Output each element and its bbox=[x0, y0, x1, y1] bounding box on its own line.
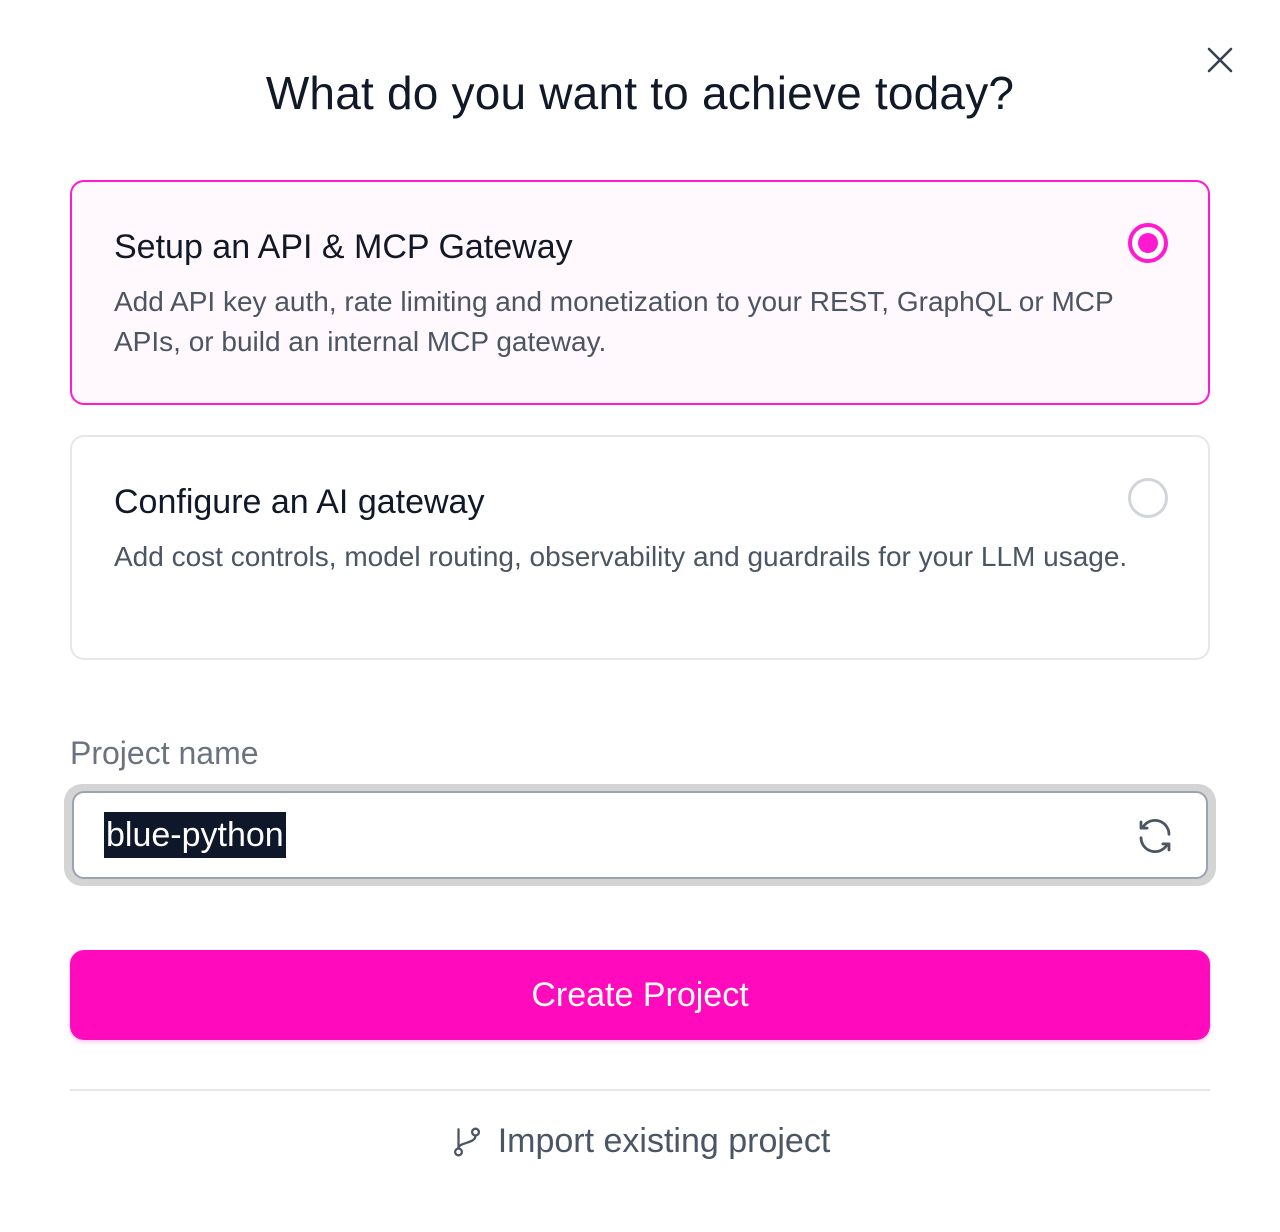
import-existing-project-link[interactable]: Import existing project bbox=[0, 1122, 1280, 1161]
option-title: Setup an API & MCP Gateway bbox=[114, 228, 573, 266]
radio-unselected[interactable] bbox=[1128, 478, 1168, 518]
option-ai-gateway[interactable]: Configure an AI gateway Add cost control… bbox=[70, 435, 1210, 660]
regenerate-name-button[interactable] bbox=[1134, 815, 1176, 857]
divider bbox=[70, 1089, 1210, 1091]
project-name-input[interactable]: blue-python bbox=[72, 791, 1208, 879]
option-title: Configure an AI gateway bbox=[114, 483, 485, 521]
option-description: Add cost controls, model routing, observ… bbox=[114, 541, 1128, 572]
project-name-value[interactable]: blue-python bbox=[104, 812, 286, 858]
project-name-label: Project name bbox=[70, 735, 259, 771]
option-api-mcp-gateway[interactable]: Setup an API & MCP Gateway Add API key a… bbox=[70, 180, 1210, 405]
import-label: Import existing project bbox=[497, 1122, 831, 1160]
option-description: Add API key auth, rate limiting and mone… bbox=[114, 286, 1114, 357]
dialog-title: What do you want to achieve today? bbox=[265, 67, 1015, 119]
git-branch-icon bbox=[453, 1127, 480, 1156]
project-name-focus-ring: blue-python bbox=[64, 784, 1216, 886]
radio-selected[interactable] bbox=[1128, 223, 1168, 263]
create-project-button[interactable]: Create Project bbox=[70, 950, 1210, 1040]
refresh-icon bbox=[1139, 819, 1171, 853]
